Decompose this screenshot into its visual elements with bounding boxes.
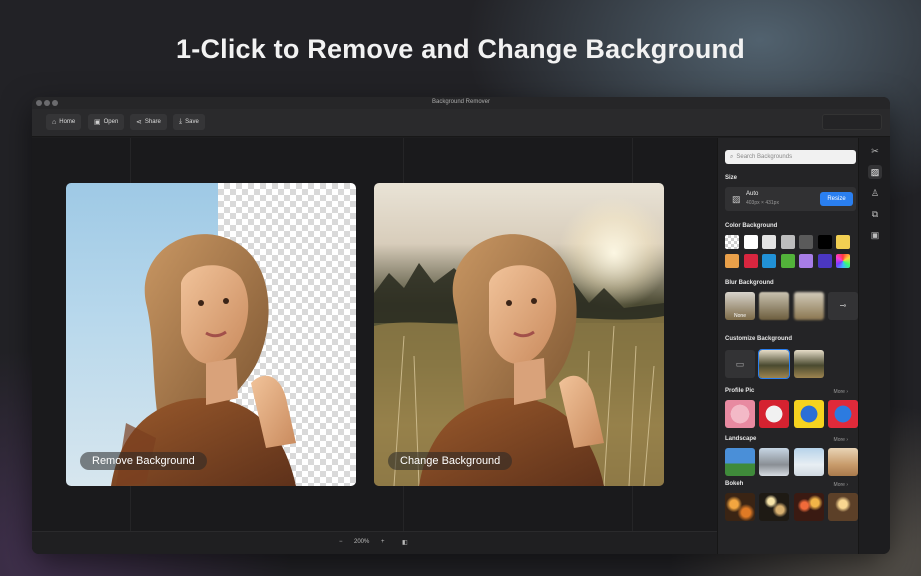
open-button[interactable]: ▣ Open <box>88 114 125 130</box>
size-dimensions: 403px × 431px <box>746 200 779 206</box>
toolbar-right-field[interactable] <box>822 114 882 130</box>
image-edit-icon[interactable]: ▣ <box>868 228 882 242</box>
save-button[interactable]: ⤓ Save <box>173 114 205 130</box>
window-title: Background Remover <box>431 99 491 105</box>
compare-icon[interactable]: ◧ <box>402 539 408 546</box>
remove-background-image[interactable]: Remove Background <box>66 183 356 486</box>
landscape-thumb[interactable] <box>828 448 858 476</box>
zoom-in-button[interactable]: + <box>381 539 385 545</box>
landscape-thumb[interactable] <box>725 448 755 476</box>
add-image-icon[interactable]: ▭ <box>725 350 755 378</box>
background-icon[interactable]: ▨ <box>868 165 882 179</box>
save-label: Save <box>185 119 199 125</box>
color-swatch[interactable] <box>762 254 776 268</box>
color-swatch[interactable] <box>725 235 739 249</box>
color-swatch[interactable] <box>762 235 776 249</box>
size-title: Size <box>725 175 738 181</box>
portrait-subject <box>419 234 604 486</box>
color-swatch[interactable] <box>743 254 758 268</box>
profile-pic-thumb[interactable] <box>725 400 755 428</box>
color-swatch[interactable] <box>799 254 813 268</box>
canvas-area: Remove Background Change Background <box>32 138 717 531</box>
share-label: Share <box>144 119 161 125</box>
profile-pic-thumb[interactable] <box>828 400 858 428</box>
slider-icon[interactable]: ⊸ <box>828 292 858 320</box>
bokeh-thumb[interactable] <box>759 493 789 521</box>
change-background-image[interactable]: Change Background <box>374 183 664 486</box>
person-icon[interactable]: ♙ <box>868 186 882 200</box>
zoom-out-button[interactable]: − <box>339 539 343 545</box>
image-icon: ▨ <box>732 194 741 204</box>
color-swatch[interactable] <box>780 254 795 268</box>
home-button[interactable]: ⌂ Home <box>46 114 82 130</box>
home-icon: ⌂ <box>52 118 57 126</box>
landscape-thumb[interactable] <box>794 448 824 476</box>
layers-icon[interactable]: ⧉ <box>868 207 882 221</box>
portrait-subject <box>111 234 296 486</box>
color-background-title: Color Background <box>725 223 778 229</box>
resize-button[interactable]: Resize <box>820 192 853 206</box>
custom-bg-thumb[interactable] <box>794 350 824 378</box>
search-icon: ⌕ <box>730 153 734 160</box>
blur-none-label: None <box>734 313 746 319</box>
bokeh-thumb[interactable] <box>828 493 858 521</box>
profile-pic-title: Profile Pic <box>725 388 755 394</box>
search-input[interactable]: ⌕ Search Backgrounds <box>725 150 856 164</box>
profile-pic-more-link[interactable]: More › <box>834 389 848 395</box>
search-placeholder: Search Backgrounds <box>736 154 793 160</box>
status-bar: − 200% + ◧ <box>32 531 717 554</box>
zoom-level: 200% <box>354 539 370 545</box>
blur-none-thumb[interactable]: None <box>725 292 755 320</box>
color-swatch[interactable] <box>836 254 850 268</box>
download-icon: ⤓ <box>179 118 183 125</box>
headline: 1-Click to Remove and Change Background <box>176 34 745 64</box>
toolbar: ⌂ Home ▣ Open ⋖ Share ⤓ Save <box>32 109 890 137</box>
color-swatch[interactable] <box>817 235 832 249</box>
color-swatch[interactable] <box>743 235 758 249</box>
share-button[interactable]: ⋖ Share <box>130 114 167 130</box>
title-bar: Background Remover <box>32 97 890 109</box>
open-label: Open <box>103 119 119 125</box>
tool-rail: ✂ ▨ ♙ ⧉ ▣ <box>858 138 890 554</box>
color-swatch[interactable] <box>780 235 795 249</box>
color-swatch[interactable] <box>725 254 739 268</box>
size-selector[interactable]: ▨ Auto 403px × 431px Resize <box>725 187 856 211</box>
change-background-caption: Change Background <box>388 452 513 470</box>
customize-background-title: Customize Background <box>725 336 793 342</box>
landscape-more-link[interactable]: More › <box>834 437 848 443</box>
blur-background-title: Blur Background <box>725 280 774 286</box>
scissors-icon[interactable]: ✂ <box>868 144 882 158</box>
blur-high-thumb[interactable] <box>794 292 824 320</box>
landscape-title: Landscape <box>725 436 757 442</box>
bokeh-thumb[interactable] <box>725 493 755 521</box>
size-mode: Auto <box>746 191 759 197</box>
landscape-thumb[interactable] <box>759 448 789 476</box>
file-icon: ▣ <box>94 119 101 126</box>
bokeh-more-link[interactable]: More › <box>834 482 848 488</box>
home-label: Home <box>59 119 76 125</box>
remove-background-caption: Remove Background <box>80 452 207 470</box>
app-window: Background Remover ⌂ Home ▣ Open ⋖ Share… <box>32 97 890 554</box>
blur-low-thumb[interactable] <box>759 292 789 320</box>
share-icon: ⋖ <box>136 119 142 126</box>
profile-pic-thumb[interactable] <box>794 400 824 428</box>
profile-pic-thumb[interactable] <box>759 400 789 428</box>
bokeh-title: Bokeh <box>725 481 744 487</box>
color-swatch[interactable] <box>799 235 813 249</box>
background-panel: ⌕ Search Backgrounds Size ▨ Auto 403px ×… <box>717 138 858 554</box>
color-swatch[interactable] <box>817 254 832 268</box>
custom-bg-thumb[interactable] <box>758 349 790 379</box>
color-swatch[interactable] <box>836 235 850 249</box>
bokeh-thumb[interactable] <box>794 493 824 521</box>
